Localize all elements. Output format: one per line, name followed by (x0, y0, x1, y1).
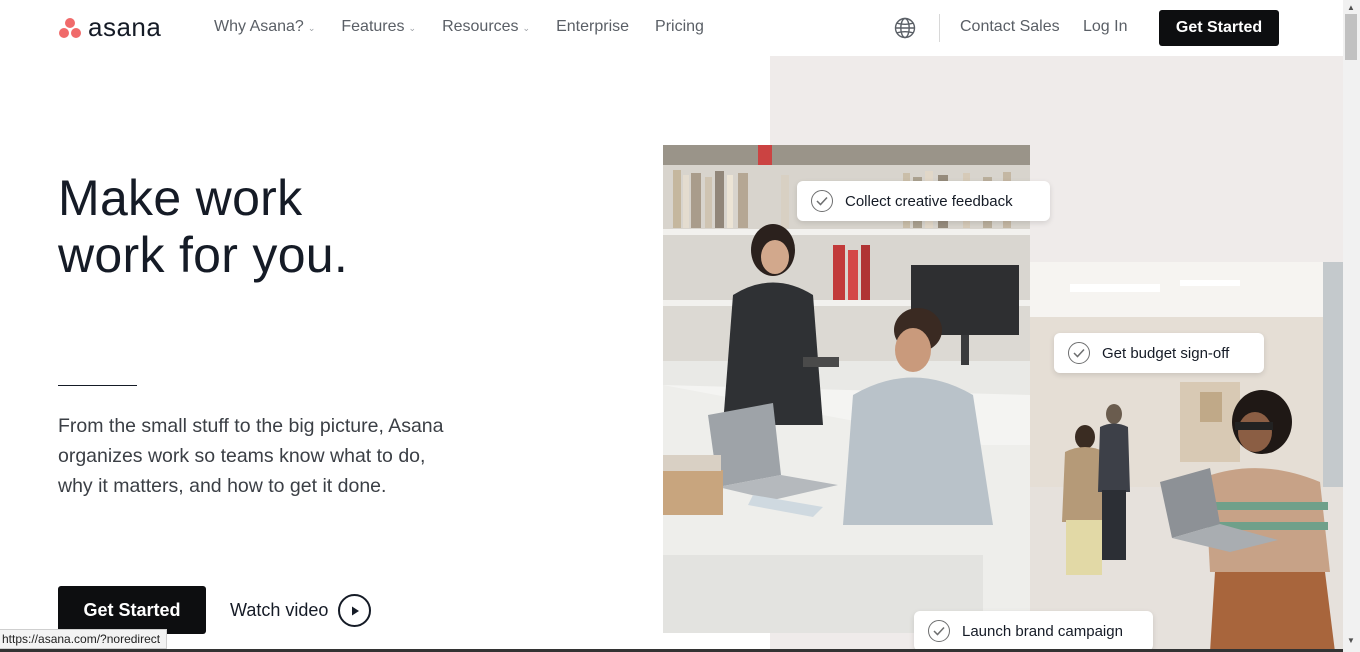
task-chip: Get budget sign-off (1054, 333, 1264, 373)
main-nav: Why Asana? ⌄ Features ⌄ Resources ⌄ Ente… (214, 18, 704, 36)
play-icon (338, 594, 372, 627)
nav-label: Why Asana? (214, 18, 304, 35)
hero-title-line2: work for you. (58, 227, 349, 283)
hero-get-started-button[interactable]: Get Started (58, 586, 206, 634)
checkmark-icon (1068, 342, 1090, 364)
task-label: Launch brand campaign (962, 622, 1123, 640)
scrollbar-thumb[interactable] (1345, 14, 1357, 60)
task-chip: Collect creative feedback (797, 181, 1050, 221)
log-in-link[interactable]: Log In (1083, 18, 1127, 36)
header-get-started-button[interactable]: Get Started (1159, 10, 1279, 46)
globe-icon[interactable] (894, 17, 916, 39)
task-chip: Launch brand campaign (914, 611, 1153, 651)
checkmark-icon (811, 190, 833, 212)
nav-features[interactable]: Features ⌄ (341, 18, 416, 36)
chevron-down-icon: ⌄ (307, 22, 316, 33)
checkmark-icon (928, 620, 950, 642)
nav-label: Pricing (655, 18, 704, 35)
nav-label: Resources (442, 18, 519, 35)
studio-photo-right (1030, 262, 1343, 652)
task-label: Get budget sign-off (1102, 344, 1230, 362)
chevron-down-icon: ⌄ (522, 22, 531, 33)
nav-enterprise[interactable]: Enterprise (556, 18, 629, 36)
status-bar-url: https://asana.com/?noredirect (0, 629, 168, 649)
asana-logo-icon (58, 16, 82, 38)
hero-title: Make work work for you. (58, 170, 348, 284)
nav-why-asana[interactable]: Why Asana? ⌄ (214, 18, 315, 36)
scroll-down-arrow-icon[interactable]: ▼ (1347, 636, 1355, 645)
header-divider (939, 14, 940, 42)
hero-divider (58, 385, 137, 386)
chevron-down-icon: ⌄ (408, 22, 417, 33)
asana-logo[interactable]: asana (58, 14, 161, 40)
nav-label: Enterprise (556, 18, 630, 35)
hero-description: From the small stuff to the big picture,… (58, 415, 444, 497)
scroll-up-arrow-icon[interactable]: ▲ (1347, 3, 1355, 12)
nav-resources[interactable]: Resources ⌄ (442, 18, 530, 36)
watch-video-button[interactable]: Watch video (230, 594, 372, 627)
contact-sales-link[interactable]: Contact Sales (960, 18, 1060, 36)
task-label: Collect creative feedback (845, 192, 1013, 210)
logo-wordmark: asana (88, 12, 162, 42)
watch-video-label: Watch video (230, 600, 329, 620)
site-header: asana Why Asana? ⌄ Features ⌄ Resources … (0, 0, 1343, 56)
vertical-scrollbar[interactable]: ▲ ▼ (1343, 0, 1360, 652)
nav-label: Features (341, 18, 405, 35)
hero-title-line1: Make work (58, 170, 303, 226)
nav-pricing[interactable]: Pricing (655, 18, 704, 36)
